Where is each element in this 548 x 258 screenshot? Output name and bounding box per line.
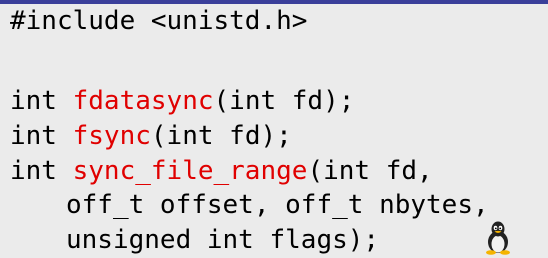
- sync-file-range-args-2: unsigned int flags);: [66, 225, 380, 255]
- linux-tux-icon: [486, 221, 510, 255]
- fsync-declaration: int fsync(int fd);: [10, 121, 292, 151]
- function-name-fdatasync: fdatasync: [72, 86, 214, 116]
- include-line: #include <unistd.h>: [10, 6, 308, 36]
- function-params: (int fd,: [307, 156, 433, 186]
- function-params: (int fd);: [213, 86, 355, 116]
- return-type: int: [10, 156, 73, 186]
- top-bar: [0, 0, 548, 4]
- return-type: int: [10, 86, 73, 116]
- function-name-fsync: fsync: [72, 121, 151, 151]
- sync-file-range-declaration: int sync_file_range(int fd,: [10, 156, 433, 186]
- function-name-sync-file-range: sync_file_range: [72, 156, 308, 186]
- return-type: int: [10, 121, 73, 151]
- code-panel: #include <unistd.h> int fdatasync(int fd…: [0, 0, 548, 258]
- sync-file-range-args-1: off_t offset, off_t nbytes,: [66, 190, 489, 220]
- fdatasync-declaration: int fdatasync(int fd);: [10, 86, 354, 116]
- function-params: (int fd);: [150, 121, 292, 151]
